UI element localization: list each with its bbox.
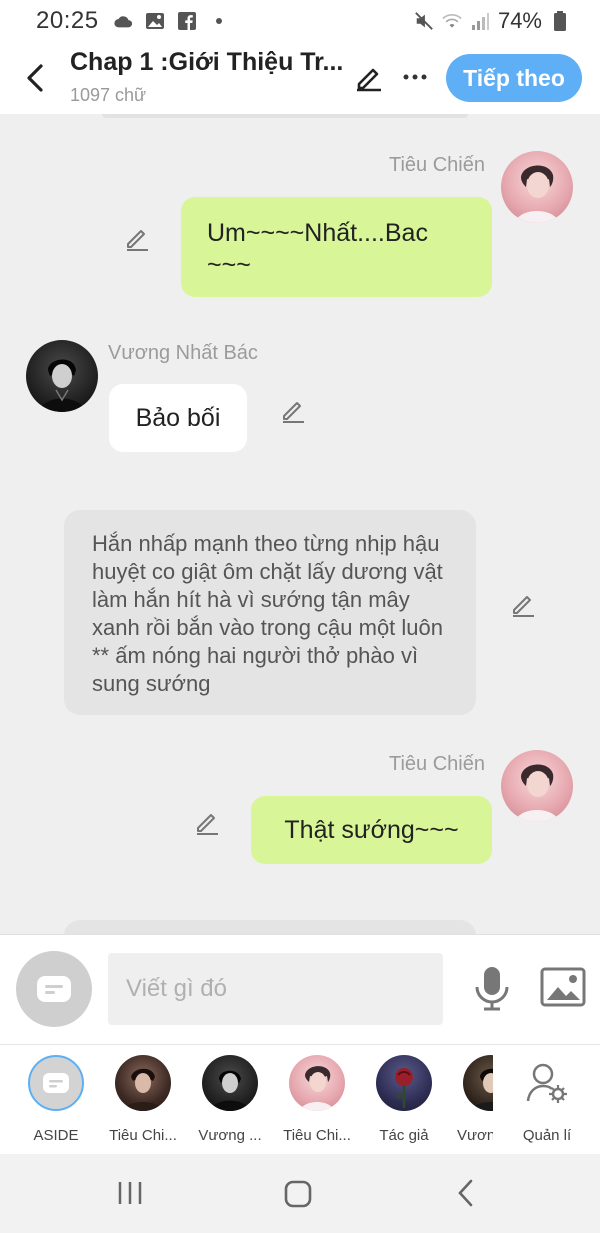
dot-icon bbox=[209, 11, 229, 31]
avatar[interactable] bbox=[26, 340, 98, 412]
speaker-name: Tiêu Chiến bbox=[389, 154, 485, 176]
narration-bubble[interactable]: Hắn nhấp mạnh theo từng nhịp hậu huyệt c… bbox=[64, 510, 476, 715]
more-options-button[interactable] bbox=[400, 60, 430, 94]
manage-characters-button[interactable]: Quản lí bbox=[505, 1055, 589, 1144]
home-icon[interactable] bbox=[283, 1179, 313, 1209]
signal-icon bbox=[470, 11, 490, 31]
next-narration-bubble-edge bbox=[64, 920, 476, 934]
status-bar: 20:25 74% bbox=[0, 0, 600, 42]
avatar-portrait-icon bbox=[210, 1070, 250, 1111]
character-bar: ASIDE Tiêu Chi... Vương ... Tiêu Chi... … bbox=[0, 1044, 600, 1154]
status-time: 20:25 bbox=[36, 7, 99, 34]
message-input[interactable]: Viết gì đó bbox=[108, 953, 443, 1025]
character-label: Tác giả bbox=[379, 1127, 429, 1144]
user-settings-icon bbox=[526, 1063, 567, 1103]
pencil-icon bbox=[357, 68, 381, 92]
character-item[interactable]: Vươn bbox=[449, 1055, 493, 1144]
character-item[interactable]: Tác giả bbox=[362, 1055, 446, 1144]
avatar[interactable] bbox=[501, 750, 573, 822]
previous-message-edge bbox=[102, 114, 468, 118]
status-right-icons: 74% bbox=[414, 8, 570, 34]
edit-message-icon[interactable] bbox=[279, 396, 307, 424]
avatar-portrait-icon bbox=[471, 1068, 493, 1111]
recent-apps-icon[interactable] bbox=[116, 1180, 144, 1206]
battery-icon bbox=[550, 11, 570, 31]
character-aside[interactable]: ASIDE bbox=[14, 1055, 98, 1144]
edit-title-button[interactable] bbox=[352, 60, 386, 94]
avatar-portrait-icon bbox=[515, 764, 559, 822]
manage-icon-wrap bbox=[519, 1055, 575, 1111]
aside-toggle-button[interactable] bbox=[16, 951, 92, 1027]
character-item[interactable]: Vương ... bbox=[188, 1055, 272, 1144]
message-bubble[interactable]: Thật sướng~~~ bbox=[251, 796, 492, 864]
avatar-portrait-icon bbox=[38, 359, 86, 412]
chat-area[interactable]: Tiêu Chiến Um~~~~Nhất....Bac ~~~ Vương N… bbox=[0, 114, 600, 934]
back-arrow-icon bbox=[27, 64, 43, 92]
battery-percent: 74% bbox=[497, 8, 542, 33]
chapter-title: Chap 1 :Giới Thiệu Tr... bbox=[70, 48, 344, 76]
avatar bbox=[376, 1055, 432, 1111]
character-item[interactable]: Tiêu Chi... bbox=[275, 1055, 359, 1144]
speaker-name: Tiêu Chiến bbox=[389, 753, 485, 775]
character-label: Tiêu Chi... bbox=[109, 1127, 177, 1144]
character-label: Tiêu Chi... bbox=[283, 1127, 351, 1144]
gallery-icon bbox=[145, 11, 165, 31]
back-button[interactable] bbox=[18, 58, 52, 98]
image-icon[interactable] bbox=[540, 967, 586, 1007]
message-icon bbox=[43, 1073, 69, 1093]
facebook-icon bbox=[177, 11, 197, 31]
aside-avatar bbox=[28, 1055, 84, 1111]
avatar-portrait-icon bbox=[300, 1066, 334, 1111]
character-label: Quản lí bbox=[522, 1127, 572, 1144]
message-bubble[interactable]: Um~~~~Nhất....Bac ~~~ bbox=[181, 197, 492, 297]
chapter-header: Chap 1 :Giới Thiệu Tr... 1097 chữ Tiếp t… bbox=[0, 42, 600, 114]
avatar-portrait-icon bbox=[515, 165, 559, 223]
message-icon bbox=[37, 976, 71, 1002]
character-label: ASIDE bbox=[33, 1127, 79, 1144]
character-label: Vươn bbox=[457, 1127, 493, 1144]
rose-icon bbox=[395, 1068, 413, 1108]
more-dots-icon bbox=[403, 74, 427, 80]
message-bubble[interactable]: Bảo bối bbox=[109, 384, 247, 452]
avatar-portrait-icon bbox=[123, 1068, 163, 1111]
speaker-name: Vương Nhất Bác bbox=[108, 342, 258, 364]
word-count: 1097 chữ bbox=[70, 85, 147, 105]
character-label: Vương ... bbox=[198, 1127, 262, 1144]
mute-icon bbox=[414, 11, 434, 31]
cloud-icon bbox=[113, 11, 133, 31]
system-nav-bar bbox=[0, 1154, 600, 1233]
next-chapter-button[interactable]: Tiếp theo bbox=[446, 54, 582, 102]
edit-message-icon[interactable] bbox=[123, 224, 151, 252]
avatar[interactable] bbox=[501, 151, 573, 223]
microphone-icon[interactable] bbox=[472, 965, 512, 1011]
input-bar: Viết gì đó bbox=[0, 934, 600, 1044]
status-left-icons bbox=[113, 11, 229, 31]
character-item[interactable]: Tiêu Chi... bbox=[101, 1055, 185, 1144]
edit-message-icon[interactable] bbox=[193, 808, 221, 836]
edit-message-icon[interactable] bbox=[509, 590, 537, 618]
wifi-icon bbox=[442, 11, 462, 31]
avatar bbox=[289, 1055, 345, 1111]
avatar bbox=[463, 1055, 493, 1111]
back-nav-icon[interactable] bbox=[456, 1178, 476, 1208]
avatar bbox=[202, 1055, 258, 1111]
avatar bbox=[115, 1055, 171, 1111]
